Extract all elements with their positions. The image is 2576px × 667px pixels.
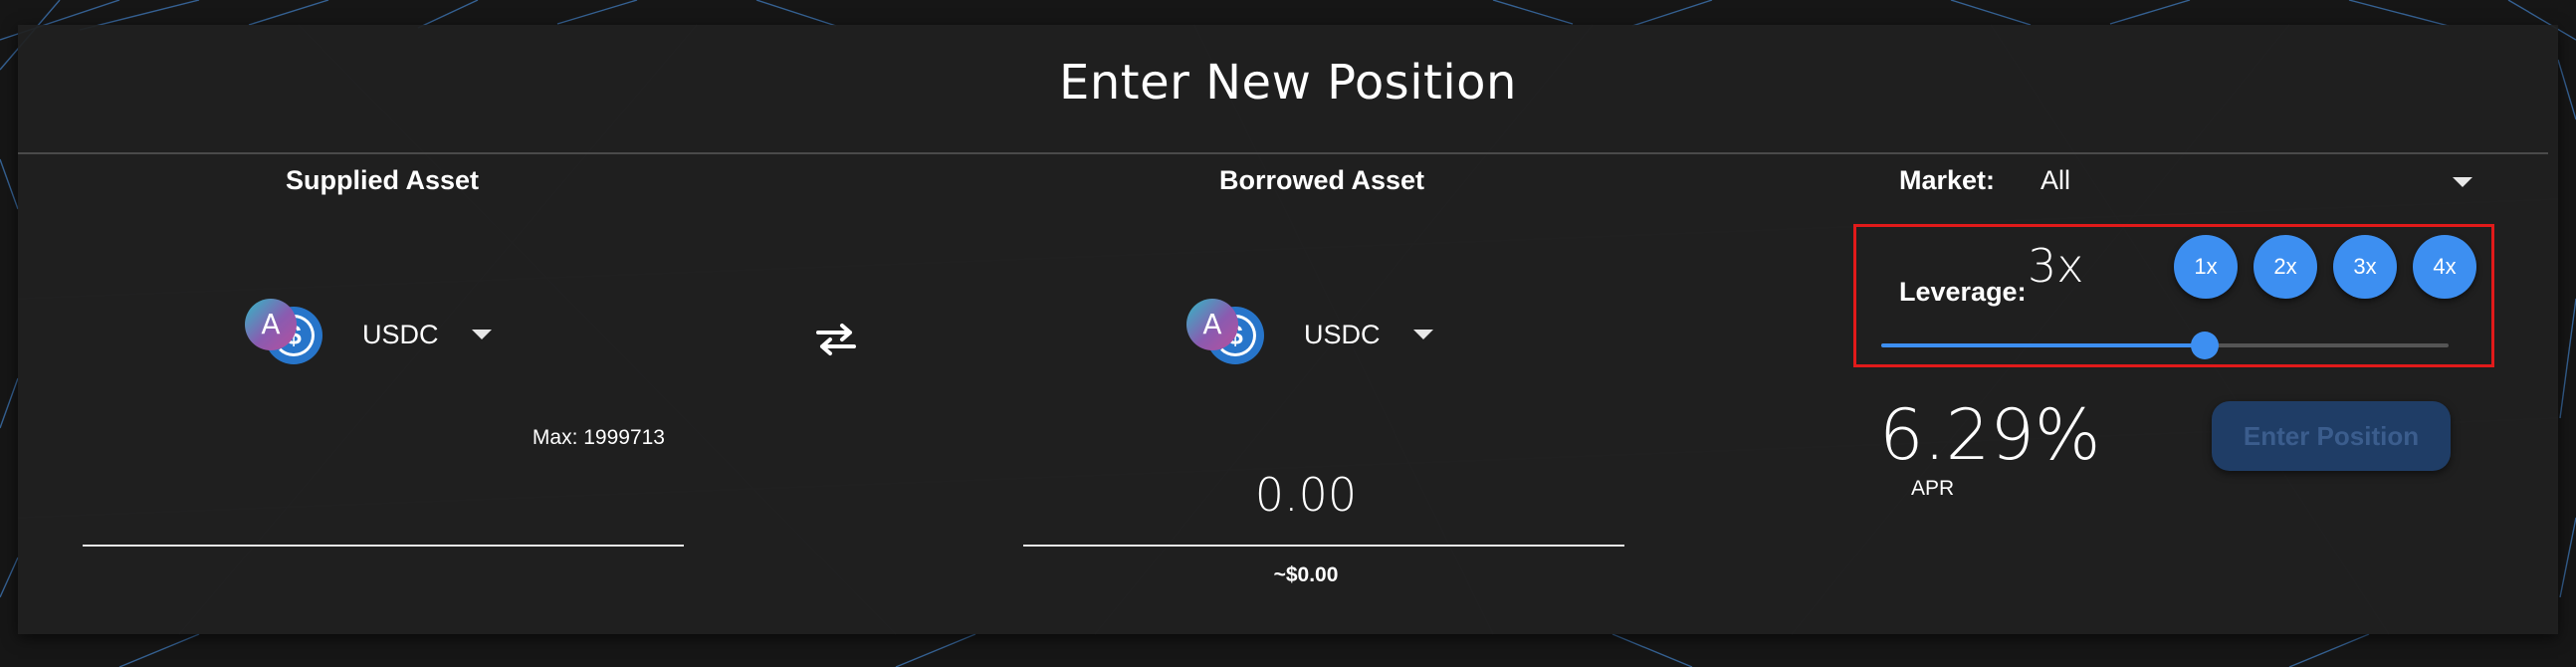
leverage-1x-button[interactable]: 1x: [2174, 235, 2238, 299]
borrowed-asset-select[interactable]: $ A USDC: [1186, 295, 1433, 374]
market-select[interactable]: All: [2040, 165, 2070, 196]
borrowed-asset-name: USDC: [1304, 319, 1381, 349]
borrowed-amount-input[interactable]: 0.00: [1005, 468, 1607, 522]
borrowed-amount-underline: [1023, 545, 1624, 547]
leverage-3x-button[interactable]: 3x: [2333, 235, 2397, 299]
chevron-down-icon: [1413, 330, 1433, 339]
leverage-value: 3x: [2028, 239, 2084, 293]
supplied-asset-heading: Supplied Asset: [285, 165, 480, 195]
page-title: Enter New Position: [1059, 55, 1517, 111]
leverage-slider-thumb[interactable]: [2190, 332, 2219, 359]
enter-position-button[interactable]: Enter Position: [2212, 401, 2451, 471]
usdc-aave-token-icon: $ A: [245, 299, 326, 370]
header-divider: [18, 152, 2548, 154]
leverage-4x-button[interactable]: 4x: [2413, 235, 2476, 299]
apr-value: 6.29%: [1879, 394, 2101, 476]
max-amount-label[interactable]: Max: 1999713: [398, 426, 665, 450]
supplied-amount-input[interactable]: [83, 545, 684, 547]
chevron-down-icon: [472, 330, 492, 339]
borrowed-asset-heading: Borrowed Asset: [1218, 165, 1425, 195]
swap-arrows-icon[interactable]: [814, 323, 858, 356]
supplied-asset-select[interactable]: $ A USDC: [245, 295, 492, 374]
leverage-slider-fill: [1881, 343, 2205, 347]
leverage-label: Leverage:: [1899, 277, 2027, 307]
borrowed-usd-value: ~$0.00: [1273, 563, 1339, 586]
supplied-asset-name: USDC: [362, 319, 439, 349]
chevron-down-icon[interactable]: [2453, 177, 2472, 187]
apr-label: APR: [1911, 477, 1955, 500]
leverage-2x-button[interactable]: 2x: [2254, 235, 2317, 299]
leverage-slider[interactable]: [1881, 332, 2449, 359]
market-label: Market:: [1899, 165, 1996, 195]
usdc-aave-token-icon: $ A: [1186, 299, 1268, 370]
